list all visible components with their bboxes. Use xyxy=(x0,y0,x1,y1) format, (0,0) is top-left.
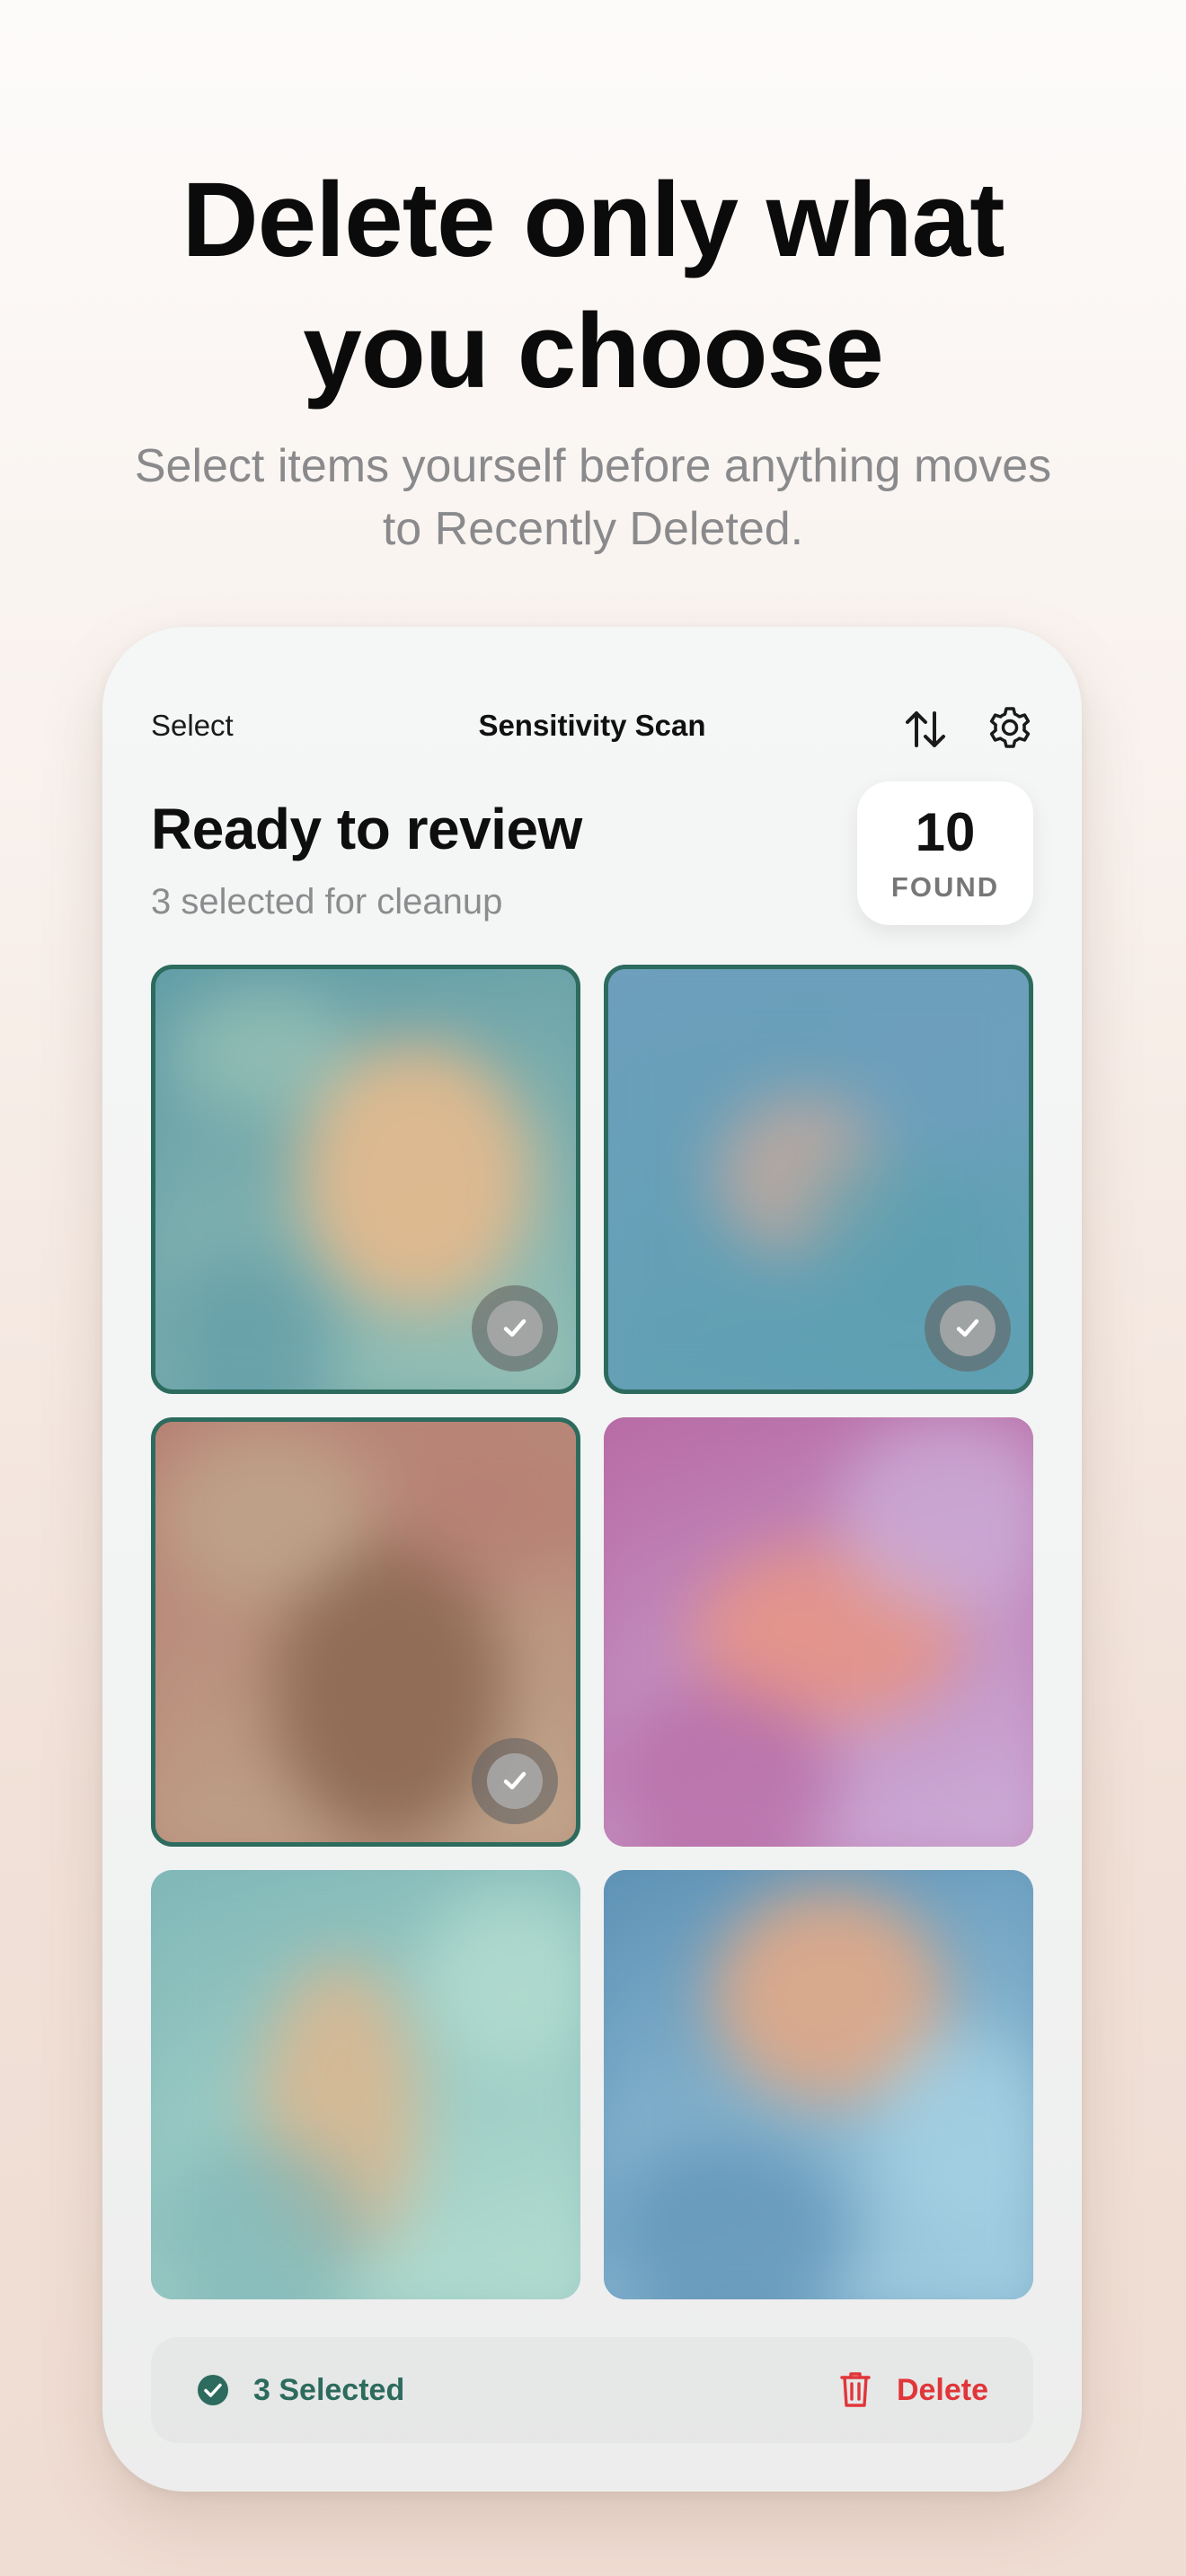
headline-line-1: Delete only what xyxy=(181,161,1005,279)
nav-title: Sensitivity Scan xyxy=(478,709,706,742)
trash-icon[interactable] xyxy=(839,2369,872,2409)
headline: Delete only what you choose xyxy=(0,154,1186,417)
blurred-image xyxy=(151,1870,580,2299)
photo-thumbnail[interactable] xyxy=(604,1417,1033,1847)
checkmark-circle-icon xyxy=(198,2375,228,2405)
checkmark-icon[interactable] xyxy=(925,1285,1011,1372)
photo-thumbnail[interactable] xyxy=(151,965,580,1394)
blurred-image xyxy=(604,1417,1033,1847)
image-blob xyxy=(806,1149,968,1310)
found-label: FOUND xyxy=(890,871,1000,903)
photo-thumbnail[interactable] xyxy=(604,1870,1033,2299)
image-blob xyxy=(604,2139,855,2299)
image-blob xyxy=(173,987,353,1113)
gear-icon[interactable] xyxy=(987,704,1033,751)
review-title: Ready to review xyxy=(151,797,582,861)
review-subtitle: 3 selected for cleanup xyxy=(151,882,503,922)
selected-count-label: 3 Selected xyxy=(253,2373,405,2407)
image-blob xyxy=(155,1257,335,1389)
sort-arrows-icon[interactable] xyxy=(902,706,949,753)
headline-line-2: you choose xyxy=(303,292,884,410)
photo-thumbnail[interactable] xyxy=(151,1870,580,2299)
image-blob xyxy=(155,1422,371,1601)
subheadline-line-2: to Recently Deleted. xyxy=(382,503,804,555)
subheadline: Select items yourself before anything mo… xyxy=(54,435,1132,560)
blurred-image xyxy=(604,1870,1033,2299)
nav-bar: Sensitivity Scan Select xyxy=(151,701,1033,751)
select-button[interactable]: Select xyxy=(151,701,234,751)
photo-thumbnail[interactable] xyxy=(604,965,1033,1394)
checkmark-icon[interactable] xyxy=(472,1738,558,1824)
checkmark-icon[interactable] xyxy=(472,1285,558,1372)
subheadline-line-1: Select items yourself before anything mo… xyxy=(134,440,1052,492)
selection-bar: 3 Selected Delete xyxy=(151,2337,1033,2443)
found-count: 10 xyxy=(915,802,976,862)
found-count-card: 10 FOUND xyxy=(857,781,1033,925)
photo-thumbnail[interactable] xyxy=(151,1417,580,1847)
image-blob xyxy=(420,1888,580,2068)
phone-frame: Sensitivity Scan Select Ready to review … xyxy=(102,627,1082,2492)
delete-button[interactable]: Delete xyxy=(897,2337,988,2443)
